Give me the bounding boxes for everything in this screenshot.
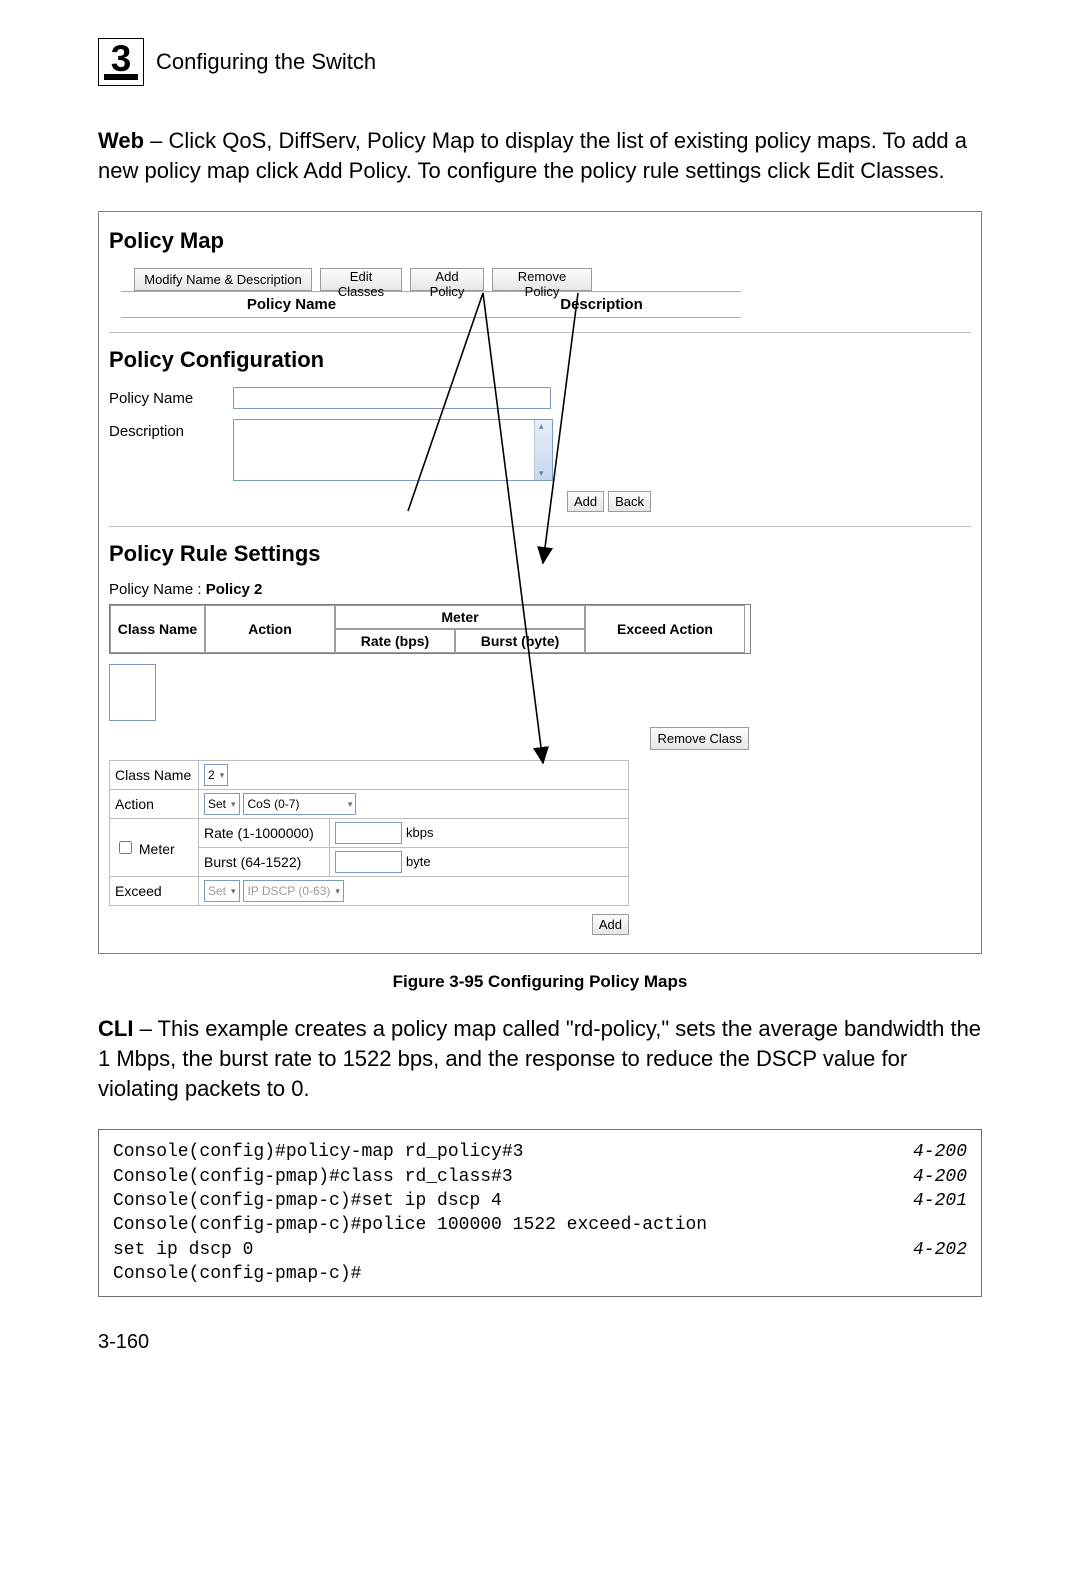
cli-command: Console(config)#policy-map rd_policy#3	[113, 1140, 523, 1164]
action-cos-select[interactable]: CoS (0-7)▾	[243, 793, 356, 815]
policy-name-value: Policy 2	[206, 581, 263, 598]
cli-command: Console(config-pmap)#class rd_class#3	[113, 1165, 513, 1189]
chapter-title: Configuring the Switch	[156, 49, 376, 75]
policy-rule-title: Policy Rule Settings	[109, 541, 971, 567]
web-paragraph: Web – Click QoS, DiffServ, Policy Map to…	[98, 126, 982, 185]
burst-label: Burst (64-1522)	[199, 848, 330, 877]
burst-input[interactable]	[335, 851, 402, 873]
cli-command: Console(config-pmap-c)#set ip dscp 4	[113, 1189, 502, 1213]
cli-ref: 4-200	[913, 1165, 967, 1189]
cli-ref: 4-202	[913, 1238, 967, 1262]
back-button[interactable]: Back	[608, 491, 651, 512]
remove-class-button[interactable]: Remove Class	[650, 727, 749, 750]
action-set-select[interactable]: Set▾	[204, 793, 240, 815]
description-header: Description	[462, 296, 741, 313]
remove-policy-button[interactable]: Remove Policy	[492, 268, 592, 291]
page-number: 3-160	[98, 1331, 982, 1354]
edit-classes-button[interactable]: Edit Classes	[320, 268, 402, 291]
description-label: Description	[109, 419, 233, 440]
cli-command: Console(config-pmap-c)#police 100000 152…	[113, 1213, 707, 1237]
meter-checkbox[interactable]	[119, 841, 132, 854]
chevron-down-icon: ▾	[220, 770, 225, 781]
chevron-down-icon: ▾	[348, 799, 353, 810]
chevron-down-icon: ▾	[335, 886, 340, 897]
class-listbox[interactable]	[109, 664, 156, 721]
rate-input[interactable]	[335, 822, 402, 844]
rate-header: Rate (bps)	[335, 629, 455, 653]
exceed-dscp-select[interactable]: IP DSCP (0-63)▾	[243, 880, 343, 902]
cli-paragraph: CLI – This example creates a policy map …	[98, 1014, 982, 1103]
web-rest: – Click QoS, DiffServ, Policy Map to dis…	[98, 128, 967, 183]
modify-name-button[interactable]: Modify Name & Description	[134, 268, 312, 291]
meter-header: Meter	[335, 605, 585, 629]
cli-rest: – This example creates a policy map call…	[98, 1016, 981, 1100]
cli-bold: CLI	[98, 1016, 133, 1041]
chevron-down-icon: ▾	[231, 886, 236, 897]
class-name-row-label: Class Name	[110, 761, 199, 790]
cli-command: Console(config-pmap-c)#	[113, 1262, 361, 1286]
burst-unit: byte	[406, 854, 431, 869]
meter-row-label: Meter	[139, 841, 175, 857]
policy-name-label: Policy Name	[109, 390, 233, 407]
scrollbar[interactable]: ▴▾	[534, 420, 552, 480]
add-button[interactable]: Add	[567, 491, 604, 512]
cli-ref: 4-200	[913, 1140, 967, 1164]
action-row-label: Action	[110, 790, 199, 819]
chapter-badge: 3	[98, 38, 144, 86]
class-name-select[interactable]: 2▾	[204, 764, 228, 786]
web-bold: Web	[98, 128, 144, 153]
cli-ref: 4-201	[913, 1189, 967, 1213]
cli-box: Console(config)#policy-map rd_policy#3 4-…	[98, 1129, 982, 1297]
policy-name-header: Policy Name	[121, 296, 462, 313]
add-policy-button[interactable]: Add Policy	[410, 268, 484, 291]
add-rule-button[interactable]: Add	[592, 914, 629, 935]
rate-label: Rate (1-1000000)	[199, 819, 330, 848]
policy-config-title: Policy Configuration	[109, 347, 971, 373]
cli-command: set ip dscp 0	[113, 1238, 253, 1262]
policy-map-figure: Policy Map Modify Name & Description Edi…	[98, 211, 982, 954]
description-textarea[interactable]: ▴▾	[233, 419, 553, 481]
chapter-number: 3	[99, 40, 143, 77]
exceed-row-label: Exceed	[110, 877, 199, 906]
exceed-action-header: Exceed Action	[585, 605, 745, 653]
class-name-header: Class Name	[110, 605, 205, 653]
policy-name-input[interactable]	[233, 387, 551, 409]
rate-unit: kbps	[406, 825, 433, 840]
policy-map-title: Policy Map	[109, 228, 971, 254]
figure-caption: Figure 3-95 Configuring Policy Maps	[98, 972, 982, 992]
exceed-set-select[interactable]: Set▾	[204, 880, 240, 902]
burst-header: Burst (byte)	[455, 629, 585, 653]
chevron-down-icon: ▾	[231, 799, 236, 810]
policy-name-prefix: Policy Name :	[109, 581, 206, 598]
action-header: Action	[205, 605, 335, 653]
